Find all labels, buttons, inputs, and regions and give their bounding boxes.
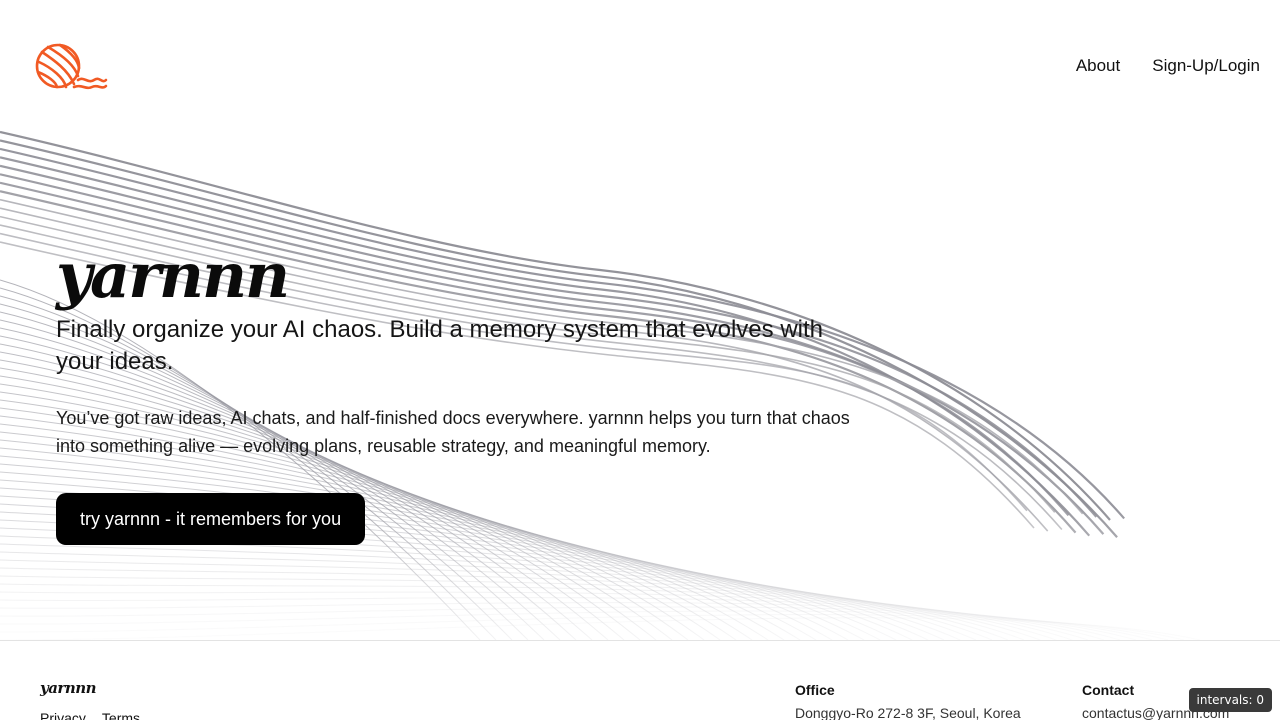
- hero-description: You’ve got raw ideas, AI chats, and half…: [56, 408, 850, 456]
- nav-about-link[interactable]: About: [1076, 56, 1120, 76]
- hero-section: yarnnn Finally organize your AI chaos. B…: [56, 236, 876, 545]
- hero-tagline: Finally organize your AI chaos. Build a …: [56, 316, 823, 375]
- main-nav: About Sign-Up/Login: [1076, 56, 1260, 76]
- nav-signup-login-link[interactable]: Sign-Up/Login: [1152, 56, 1260, 76]
- privacy-link[interactable]: Privacy: [40, 710, 86, 720]
- footer-links: Privacy Terms: [40, 710, 140, 720]
- terms-link[interactable]: Terms: [102, 710, 140, 720]
- hero-wordmark: yarnnn: [56, 239, 290, 312]
- try-yarnnn-button[interactable]: try yarnnn - it remembers for you: [56, 493, 366, 545]
- yarn-ball-logo-icon[interactable]: [34, 40, 108, 92]
- debug-intervals-badge: intervals: 0: [1188, 688, 1272, 712]
- footer-wordmark: yarnnn: [40, 679, 97, 697]
- site-footer: yarnnn Privacy Terms Office Donggyo-Ro 2…: [0, 640, 1280, 720]
- office-address: Donggyo-Ro 272-8 3F, Seoul, Korea: [795, 705, 1021, 720]
- office-heading: Office: [795, 682, 835, 698]
- footer-office: Office Donggyo-Ro 272-8 3F, Seoul, Korea: [795, 682, 1021, 720]
- site-header: About Sign-Up/Login: [0, 0, 1280, 132]
